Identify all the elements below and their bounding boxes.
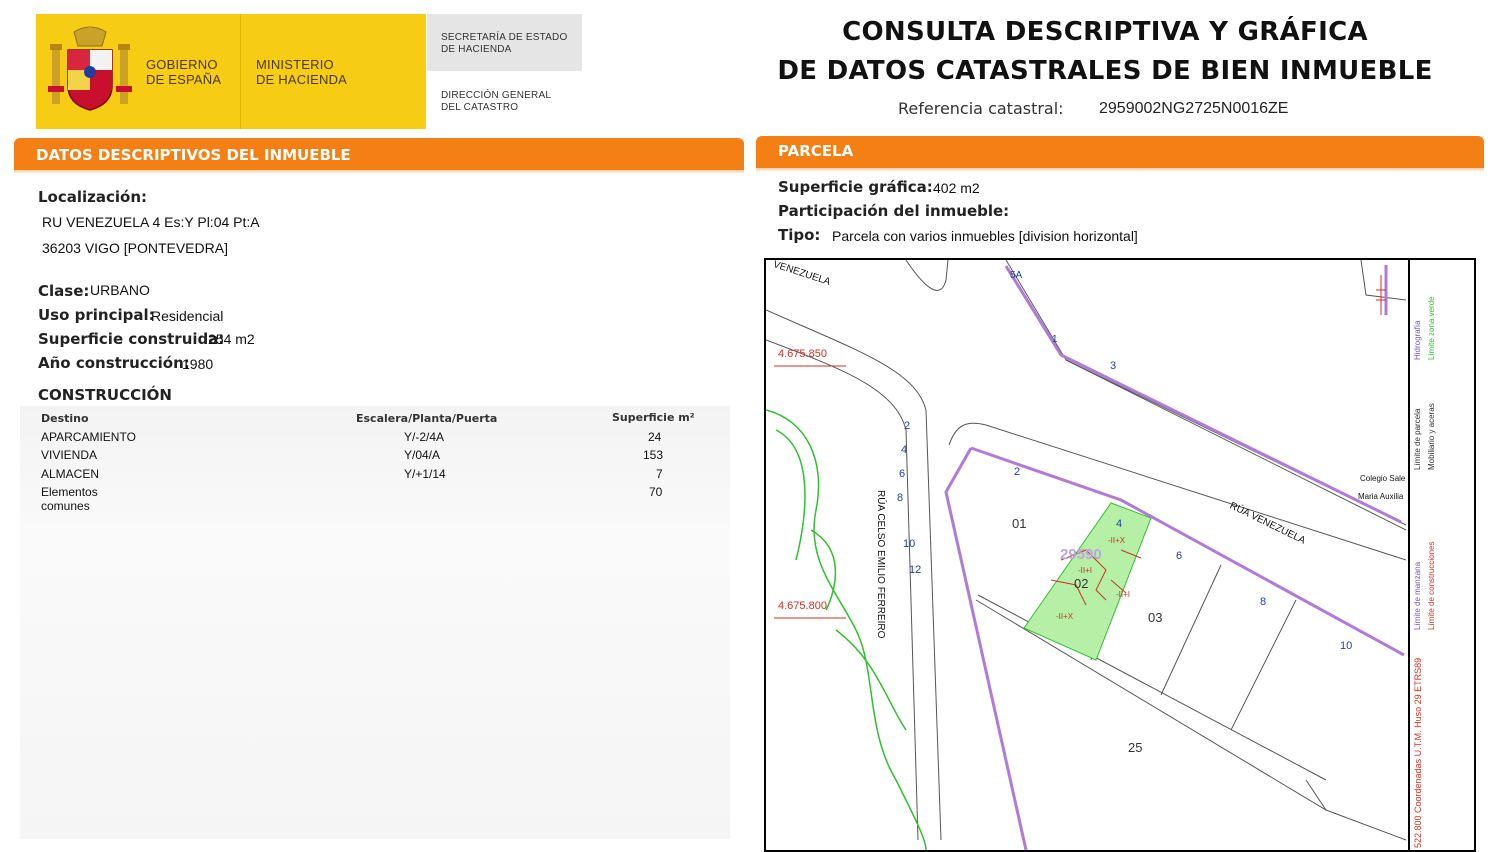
table-cell-escalera: Y/04/A xyxy=(404,448,441,462)
construccion-table-bg xyxy=(20,406,730,839)
map-number-2-right: 2 xyxy=(1014,466,1021,478)
superficie-label: Superficie construida: xyxy=(38,330,225,348)
page-title-line-2: DE DATOS CATASTRALES DE BIEN INMUEBLE xyxy=(777,56,1433,86)
localizacion-label: Localización: xyxy=(38,188,148,206)
colegio-label-1: Colegio Sale xyxy=(1360,474,1406,483)
secretaria-line-1: SECRETARÍA DE ESTADO xyxy=(441,32,568,43)
map-number-2-left: 2 xyxy=(904,420,911,432)
clase-value: URBANO xyxy=(90,282,150,298)
parcela-header-bar: PARCELA xyxy=(756,136,1484,168)
address-line-1: RU VENEZUELA 4 Es:Y Pl:04 Pt:A xyxy=(42,214,260,230)
map-number-4-right: 4 xyxy=(1116,518,1123,530)
descriptivos-bar-shade xyxy=(14,170,744,174)
construccion-title: CONSTRUCCIÓN xyxy=(38,386,172,404)
descriptivos-header-bar: DATOS DESCRIPTIVOS DEL INMUEBLE xyxy=(14,138,744,170)
direccion-name: DIRECCIÓN GENERAL DEL CATASTRO xyxy=(441,90,551,114)
superficie-value: 254 m2 xyxy=(208,331,255,347)
map-number-8-left: 8 xyxy=(897,492,904,504)
map-number-5a: 5A xyxy=(1010,270,1023,281)
legend-mobiliario: Mobiliario y aceras xyxy=(1427,403,1436,470)
table-header-escalera: Escalera/Planta/Puerta xyxy=(356,412,498,425)
floor-label-d: -II+X xyxy=(1056,612,1074,621)
legend-parcela: Límite de parcela xyxy=(1413,408,1422,470)
map-number-1: 1 xyxy=(1052,334,1058,345)
legend-construcciones: Límite de construcciones xyxy=(1427,541,1436,631)
colegio-label-2: Maria Auxilia xyxy=(1358,492,1404,501)
participacion-label: Participación del inmueble: xyxy=(778,202,1010,220)
subparcel-25[interactable]: 25 xyxy=(1128,740,1142,755)
uso-label: Uso principal: xyxy=(38,306,155,324)
floor-label-b: -II+I xyxy=(1078,566,1093,575)
legend-manzana: Límite de manzana xyxy=(1413,561,1422,630)
cadastral-map[interactable]: VENEZUELA 4.675.850 4.675.800 RÚA CELSO … xyxy=(764,258,1476,852)
sup-grafica-value: 402 m2 xyxy=(933,180,980,196)
subparcel-02[interactable]: 02 xyxy=(1074,576,1088,591)
table-header-superficie: Superficie m² xyxy=(612,411,695,424)
tipo-value: Parcela con varios inmuebles [division h… xyxy=(832,228,1138,244)
descriptivos-title: DATOS DESCRIPTIVOS DEL INMUEBLE xyxy=(36,146,351,164)
gov-name: GOBIERNO DE ESPAÑA xyxy=(146,57,221,87)
street-label-celso: RÚA CELSO EMILIO FERREIRO xyxy=(875,490,886,639)
map-number-12-left: 12 xyxy=(909,564,922,576)
legend-coordinates: 522.800 Coordenadas U.T.M. Huso 29 ETRS8… xyxy=(1413,657,1423,848)
sup-grafica-label: Superficie gráfica: xyxy=(778,178,933,196)
direccion-line-1: DIRECCIÓN GENERAL xyxy=(441,90,552,101)
ref-label: Referencia catastral: xyxy=(898,99,1064,118)
table-cell-superficie: 70 xyxy=(649,485,663,499)
map-number-3: 3 xyxy=(1110,360,1117,372)
table-cell-destino: Elementos comunes xyxy=(41,485,98,513)
table-cell-escalera: Y/-2/4A xyxy=(404,430,445,444)
map-number-6-right: 6 xyxy=(1176,550,1183,562)
table-cell-destino: APARCAMIENTO xyxy=(41,430,136,444)
table-cell-destino: VIVIENDA xyxy=(41,448,98,462)
table-cell-destino: ALMACEN xyxy=(41,467,100,481)
subparcel-03[interactable]: 03 xyxy=(1148,610,1162,625)
direccion-line-2: DEL CATASTRO xyxy=(441,102,519,113)
page-title: CONSULTA DESCRIPTIVA Y GRÁFICA xyxy=(842,17,1368,47)
parcela-title: PARCELA xyxy=(778,142,854,160)
legend-divider xyxy=(1408,260,1410,850)
address-line-2: 36203 VIGO [PONTEVEDRA] xyxy=(42,240,228,256)
map-number-6-left: 6 xyxy=(899,468,906,480)
floor-label-c: -II+I xyxy=(1116,590,1131,599)
map-number-8-right: 8 xyxy=(1260,596,1267,608)
table-cell-escalera: Y/+1/14 xyxy=(404,467,446,481)
table-cell-superficie: 24 xyxy=(648,430,662,444)
banner-divider xyxy=(240,14,241,129)
ministry-line-1: MINISTERIO xyxy=(256,57,334,72)
legend-zona-verde: Límite zona verde xyxy=(1427,296,1436,360)
map-number-10-left: 10 xyxy=(903,538,916,550)
gov-line-1: GOBIERNO xyxy=(146,57,218,72)
map-drawing xyxy=(766,260,1407,850)
table-header-destino: Destino xyxy=(41,412,89,425)
subparcel-01[interactable]: 01 xyxy=(1012,516,1026,531)
gov-line-2: DE ESPAÑA xyxy=(146,72,222,87)
secretaria-line-2: DE HACIENDA xyxy=(441,44,512,55)
coat-of-arms-icon xyxy=(48,26,132,111)
secretaria-name: SECRETARÍA DE ESTADO DE HACIENDA xyxy=(441,32,567,56)
anio-value: 1980 xyxy=(182,356,214,372)
map-legend: Límite de parcela Hidrografía Mobiliario… xyxy=(1411,260,1474,850)
map-number-10-right: 10 xyxy=(1340,640,1353,652)
ministry-name: MINISTERIO DE HACIENDA xyxy=(256,57,347,87)
ref-value: 2959002NG2725N0016ZE xyxy=(1099,100,1289,117)
legend-hidrografia: Hidrografía xyxy=(1413,320,1422,360)
coord-label-bottom: 4.675.800 xyxy=(778,600,827,612)
clase-label: Clase: xyxy=(38,282,90,300)
parcela-bar-shade xyxy=(756,168,1484,172)
floor-label-a: -II+X xyxy=(1108,536,1126,545)
table-cell-superficie: 7 xyxy=(656,467,663,481)
table-cell-superficie: 153 xyxy=(643,448,664,462)
uso-value: Residencial xyxy=(151,308,224,324)
parcel-code: 29590 xyxy=(1060,546,1102,563)
map-number-4-left: 4 xyxy=(901,444,908,456)
anio-label: Año construcción: xyxy=(38,354,190,372)
coord-label-top: 4.675.850 xyxy=(778,348,827,360)
tipo-label: Tipo: xyxy=(778,226,821,244)
ministry-line-2: DE HACIENDA xyxy=(256,72,348,87)
